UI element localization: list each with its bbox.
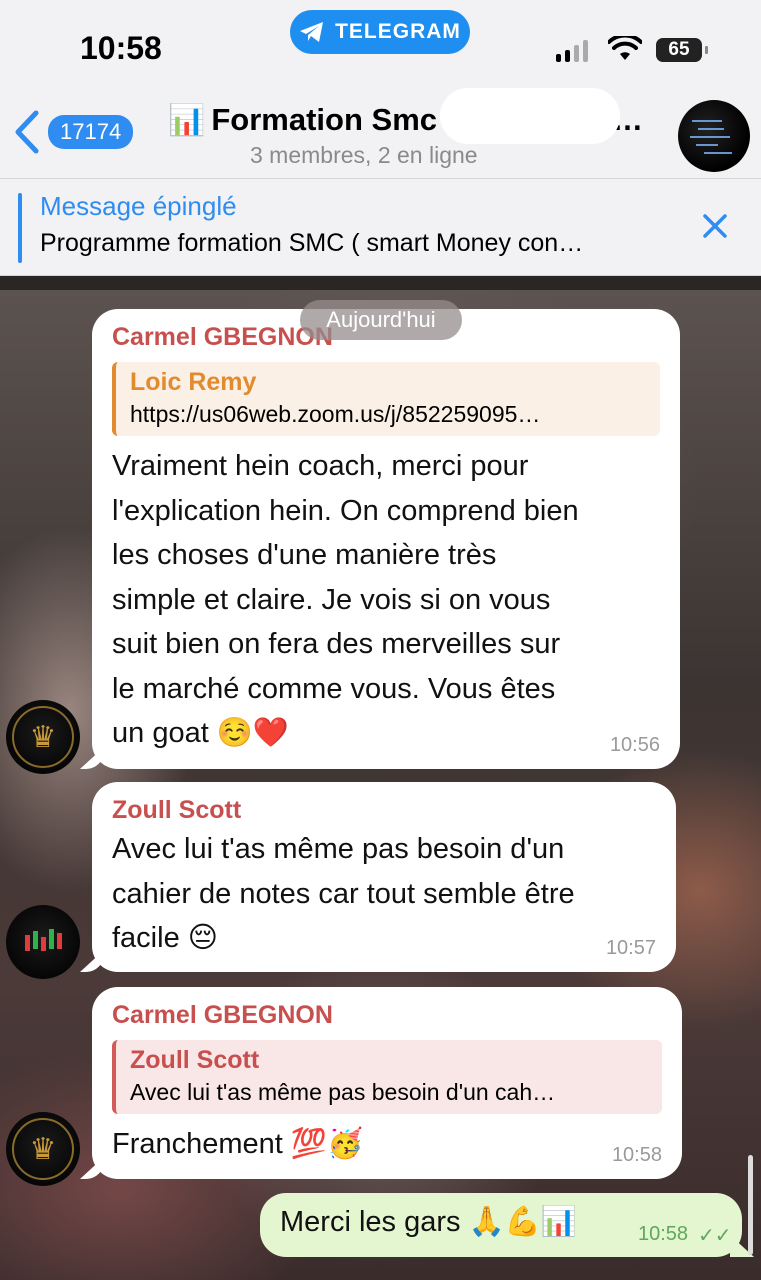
pinned-message[interactable]: Message épinglé Programme formation SMC …: [0, 178, 761, 276]
telegram-plane-icon: [300, 22, 324, 42]
outgoing-message-bubble[interactable]: Merci les gars 🙏💪📊 10:58 ✓✓: [260, 1193, 742, 1257]
pinned-accent-bar: [18, 193, 22, 263]
close-icon[interactable]: [700, 211, 730, 241]
chevron-left-icon: [15, 110, 39, 154]
wifi-icon: [608, 36, 642, 60]
message-line: un goat ☺️❤️: [112, 717, 290, 749]
cellular-signal-icon: [556, 40, 588, 62]
avatar-carmel[interactable]: ♛: [6, 700, 80, 774]
member-count: 3 membres, 2 en ligne: [250, 142, 478, 168]
redaction-overlay: [440, 88, 620, 144]
chart-icon: 📊: [168, 103, 206, 137]
message-bubble[interactable]: Zoull Scott Avec lui t'as même pas besoi…: [92, 782, 676, 972]
message-line: le marché comme vous. Vous êtes: [112, 672, 556, 705]
reply-sender: Loic Remy: [130, 368, 257, 396]
unread-badge: 17174: [48, 115, 134, 149]
chat-header: 17174 📊 Formation Smc … 3 membres, 2 en …: [0, 80, 761, 178]
scroll-indicator: [748, 1155, 753, 1255]
reply-text: Avec lui t'as même pas besoin d'un cah…: [130, 1079, 556, 1105]
reply-sender: Zoull Scott: [130, 1046, 260, 1074]
telegram-pill-label: TELEGRAM: [335, 20, 461, 43]
message-line: simple et claire. Je vois si on vous: [112, 583, 551, 616]
message-time: 10:58: [638, 1223, 689, 1245]
message-line: facile 😔: [112, 922, 218, 954]
chat-title[interactable]: 📊 Formation Smc: [168, 102, 437, 138]
message-line: les choses d'une manière très: [112, 539, 497, 571]
group-avatar[interactable]: [678, 100, 750, 172]
message-line: Vraiment hein coach, merci pour: [112, 450, 529, 482]
sender-name[interactable]: Zoull Scott: [112, 796, 656, 825]
message-time: 10:58: [611, 1144, 662, 1166]
pinned-label: Message épinglé: [40, 191, 237, 221]
chat-title-text: Formation Smc: [211, 102, 438, 137]
avatar-ring: [12, 706, 74, 768]
message-time: 10:56: [609, 734, 660, 756]
double-check-icon: ✓✓: [698, 1225, 732, 1247]
message-line: Avec lui t'as même pas besoin d'un: [112, 833, 565, 865]
status-bar: 10:58 TELEGRAM 65: [0, 0, 761, 80]
message-line: cahier de notes car tout semble être: [112, 877, 575, 910]
telegram-pill[interactable]: TELEGRAM: [290, 10, 470, 54]
message-bubble[interactable]: Carmel GBEGNON Zoull Scott Avec lui t'as…: [92, 987, 682, 1179]
sender-name[interactable]: Carmel GBEGNON: [112, 1001, 662, 1030]
message-bubble[interactable]: Carmel GBEGNON Loic Remy https://us06web…: [92, 309, 680, 769]
reply-text: https://us06web.zoom.us/j/852259095…: [130, 401, 541, 427]
battery-icon: 65: [656, 38, 708, 62]
battery-level: 65: [668, 39, 690, 60]
message-line: suit bien on fera des merveilles sur: [112, 628, 561, 660]
message-text: Avec lui t'as même pas besoin d'un cahie…: [112, 827, 656, 961]
avatar-ring: [12, 1118, 74, 1180]
message-time: 10:57: [605, 937, 656, 959]
message-text: Merci les gars 🙏💪📊: [280, 1206, 577, 1238]
message-text: Vraiment hein coach, merci pour l'explic…: [112, 444, 660, 756]
back-button[interactable]: 17174: [14, 110, 134, 154]
reply-quote[interactable]: Zoull Scott Avec lui t'as même pas besoi…: [112, 1040, 662, 1114]
clock: 10:58: [80, 30, 162, 66]
pinned-text: Programme formation SMC ( smart Money co…: [40, 229, 584, 257]
reply-quote[interactable]: Loic Remy https://us06web.zoom.us/j/8522…: [112, 362, 660, 436]
message-line: l'explication hein. On comprend bien: [112, 494, 579, 527]
message-line: Franchement 💯🥳: [112, 1128, 364, 1160]
avatar-zoull[interactable]: [6, 905, 80, 979]
candlestick-icon: [25, 929, 62, 951]
avatar-carmel[interactable]: ♛: [6, 1112, 80, 1186]
message-text: Franchement 💯🥳: [112, 1122, 662, 1167]
date-separator: Aujourd'hui: [300, 300, 462, 340]
